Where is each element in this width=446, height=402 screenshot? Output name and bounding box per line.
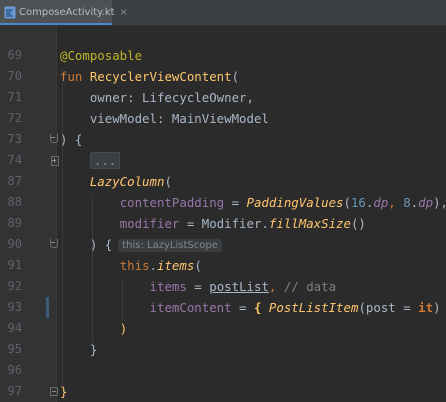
fold-collapse-icon[interactable] — [49, 134, 59, 144]
function-call: PaddingValues — [246, 195, 344, 210]
line-number: 97 — [7, 384, 22, 398]
line-number: 73 — [7, 132, 22, 146]
number-literal: 8 — [403, 195, 411, 210]
close-icon[interactable]: × — [120, 7, 128, 18]
line-number: 95 — [7, 342, 22, 356]
line-number: 94 — [7, 321, 22, 335]
code-line-89: 89 modifier = Modifier.fillMaxSize() — [0, 213, 446, 234]
code-text[interactable]: itemContent = { PostListItem(post = it) … — [60, 297, 446, 318]
code-text[interactable]: } — [60, 381, 67, 402]
code-line-95: 95 } — [0, 339, 446, 360]
code-text[interactable]: ) — [60, 318, 127, 339]
variable-reference: postList — [209, 279, 269, 294]
line-number: 87 — [7, 174, 22, 188]
vcs-change-marker[interactable] — [46, 297, 49, 318]
line-number: 88 — [7, 195, 22, 209]
parameter-name: itemContent — [149, 300, 232, 315]
comment: // data — [283, 279, 337, 294]
function-call: fillMaxSize — [268, 216, 351, 231]
code-line-91: 91 this.items( — [0, 255, 446, 276]
keyword: fun — [60, 69, 90, 84]
code-text[interactable]: @Composable — [60, 45, 142, 66]
function-call: PostListItem — [268, 300, 359, 315]
code-text[interactable]: this.items( — [60, 255, 202, 276]
code-line-69: 69 @Composable — [0, 45, 446, 66]
keyword: it — [418, 300, 434, 315]
fold-expand-icon[interactable] — [50, 156, 59, 166]
code-line-87: 87 LazyColumn( — [0, 171, 446, 192]
editor-tab-bar: ComposeActivity.kt × — [0, 0, 446, 26]
line-number: 74 — [7, 153, 22, 167]
line-number: 69 — [7, 48, 22, 62]
composable-call: LazyColumn — [89, 174, 165, 189]
fold-collapse-icon[interactable] — [49, 239, 59, 249]
extension-property: dp — [418, 195, 434, 210]
folded-code-chip[interactable]: ... — [89, 152, 121, 169]
code-text[interactable]: ) { — [60, 129, 82, 150]
keyword: this — [119, 258, 150, 273]
tab-compose-activity[interactable]: ComposeActivity.kt × — [0, 0, 128, 25]
code-text[interactable]: ) {this: LazyListScope — [60, 234, 222, 257]
number-literal: 16 — [350, 195, 366, 210]
line-number: 92 — [7, 279, 22, 293]
code-text[interactable]: ... — [60, 150, 121, 171]
code-line-94: 94 ) — [0, 318, 446, 339]
code-line-92: 92 items = postList, // data — [0, 276, 446, 297]
line-number: 93 — [7, 300, 22, 314]
code-line-88: 88 contentPadding = PaddingValues(16.dp,… — [0, 192, 446, 213]
code-line-90: 90 ) {this: LazyListScope — [0, 234, 446, 255]
code-text[interactable]: items = postList, // data — [60, 276, 337, 297]
code-text[interactable]: modifier = Modifier.fillMaxSize() — [60, 213, 366, 234]
line-number: 70 — [7, 69, 22, 83]
line-number: 96 — [7, 363, 22, 377]
code-line-93: 93 itemContent = { PostListItem(post = i… — [0, 297, 446, 318]
code-line-70: 70 fun RecyclerViewContent( — [0, 66, 446, 87]
line-number: 71 — [7, 90, 22, 104]
fold-end-icon[interactable] — [50, 387, 58, 396]
parameter-name: items — [149, 279, 187, 294]
code-text[interactable]: viewModel: MainViewModel — [60, 108, 269, 129]
tab-label: ComposeActivity.kt — [19, 7, 115, 18]
code-text[interactable]: } — [60, 339, 97, 360]
extension-property: dp — [373, 195, 389, 210]
code-line-74: 74 ... — [0, 150, 446, 171]
code-line-97: 97 } — [0, 381, 446, 402]
line-number: 91 — [7, 258, 22, 272]
code-line-72: 72 viewModel: MainViewModel — [0, 108, 446, 129]
line-number: 72 — [7, 111, 22, 125]
function-name: RecyclerViewContent — [89, 69, 232, 84]
parameter-name: contentPadding — [119, 195, 225, 210]
code-line-96: 96 — [0, 360, 446, 381]
inlay-hint: this: LazyListScope — [118, 239, 222, 252]
function-call: items — [157, 258, 195, 273]
parameter-name: modifier — [119, 216, 180, 231]
annotation: @Composable — [60, 48, 143, 63]
line-number: 90 — [7, 237, 22, 251]
code-line-73: 73 ) { — [0, 129, 446, 150]
code-text[interactable]: fun RecyclerViewContent( — [60, 66, 239, 87]
code-text[interactable]: LazyColumn( — [60, 171, 172, 192]
code-line-71: 71 owner: LifecycleOwner, — [0, 87, 446, 108]
kotlin-file-icon — [4, 6, 16, 19]
code-text[interactable]: owner: LifecycleOwner, — [60, 87, 254, 108]
code-text[interactable]: contentPadding = PaddingValues(16.dp, 8.… — [60, 192, 446, 213]
line-number: 89 — [7, 216, 22, 230]
punctuation: ( — [231, 69, 240, 84]
